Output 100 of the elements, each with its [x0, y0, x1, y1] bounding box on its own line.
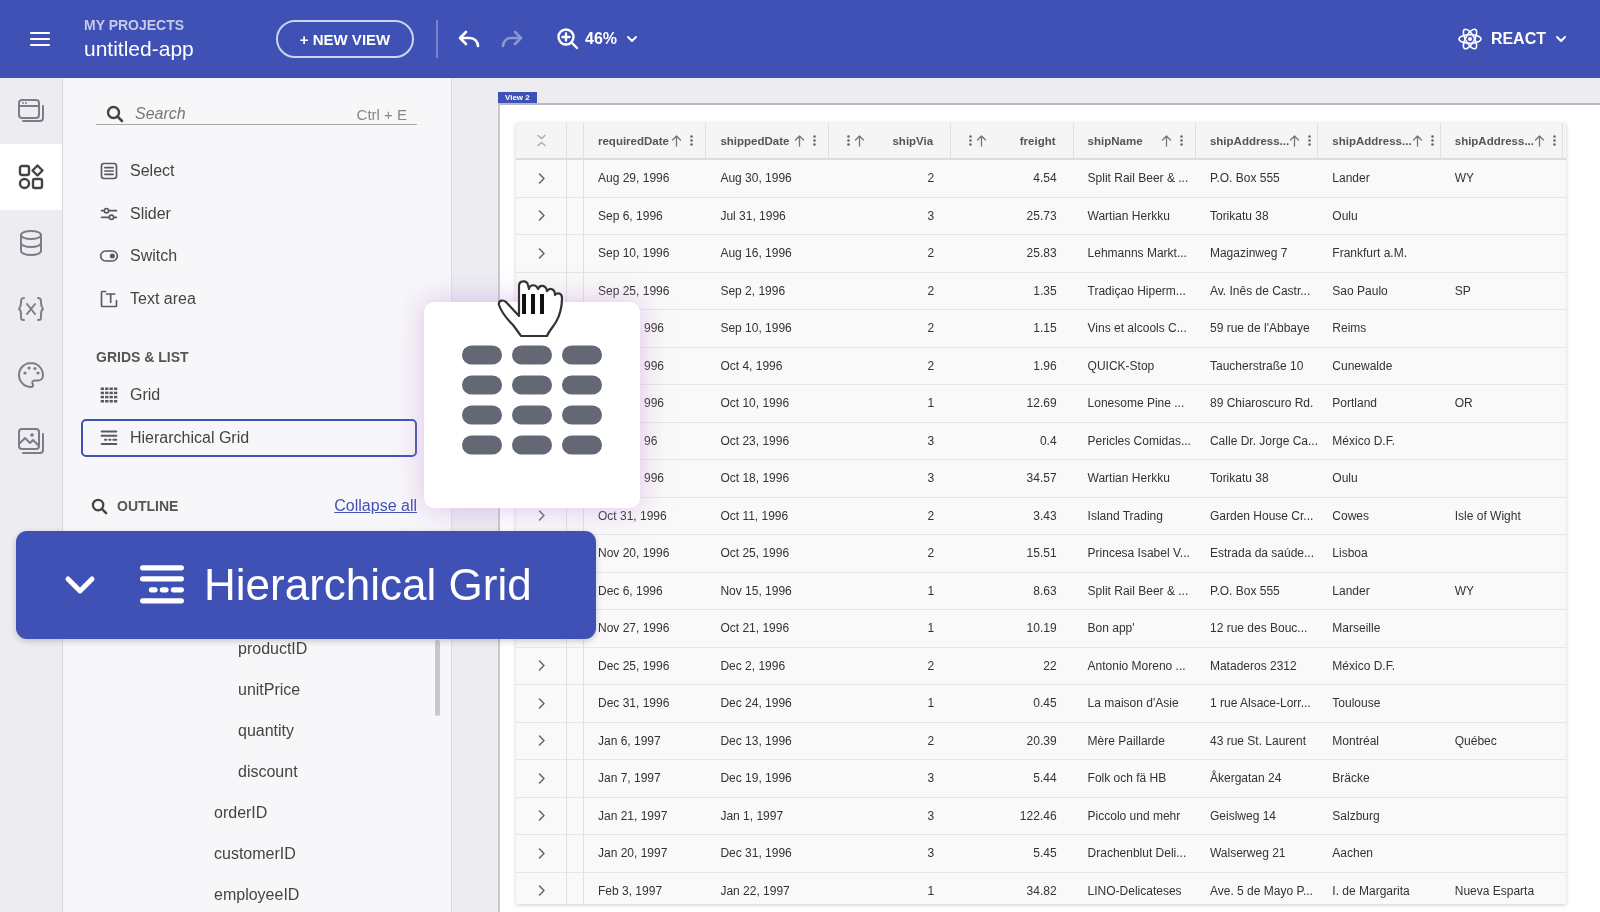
outline-item[interactable]: orderID — [214, 803, 268, 823]
table-cell-text: Lonesome Pine ... — [1086, 396, 1186, 411]
table-cell-text: Jul 31, 1996 — [719, 208, 787, 223]
table-cell-text: Sep 6, 1996 — [597, 208, 664, 223]
table-cell-text: Dec 19, 1996 — [719, 771, 793, 786]
project-name: untitled-app — [84, 37, 195, 61]
table-cell-text: SP — [1453, 283, 1472, 298]
table-cell-text: Sep 10, 1996 — [719, 321, 793, 336]
search-input[interactable]: Search — [133, 104, 357, 124]
column-header[interactable]: shippedDate — [706, 123, 829, 158]
table-cell-text: Salzburg — [1331, 808, 1381, 823]
table-cell-text: 3 — [926, 433, 936, 448]
table-cell-text: Island Trading — [1086, 508, 1164, 523]
table-cell-text: Calle Dr. Jorge Ca... — [1208, 433, 1319, 448]
table-cell-text: Magazinweg 7 — [1208, 246, 1289, 261]
zoom-level[interactable]: 46% — [585, 30, 618, 48]
component-item[interactable]: Switch — [81, 235, 417, 278]
table-cell-text: Oct 21, 1996 — [719, 621, 791, 636]
component-item[interactable]: Hierarchical Grid — [81, 418, 417, 457]
table-cell-text: Ave. 5 de Mayo P... — [1208, 883, 1314, 898]
component-item[interactable]: Slider — [81, 192, 417, 235]
table-cell-text: 1 — [926, 621, 936, 636]
table-cell-text: Lander — [1331, 583, 1371, 598]
sort-arrow-icon[interactable] — [671, 134, 683, 147]
table-cell-text: 3 — [926, 208, 936, 223]
new-view-button[interactable]: + NEW VIEW — [276, 20, 414, 58]
table-cell-text: Walserweg 21 — [1208, 846, 1287, 861]
components-icon — [16, 162, 46, 192]
table-cell-text: 2 — [926, 283, 936, 298]
table-cell-text: Vins et alcools C... — [1086, 321, 1188, 336]
table-cell-text: Nov 27, 1996 — [597, 621, 671, 636]
table-cell-text: Oulu — [1331, 208, 1359, 223]
sort-arrow-icon[interactable] — [1160, 134, 1172, 147]
sort-arrow-icon[interactable] — [976, 134, 988, 147]
table-cell-text: Split Rail Beer & ... — [1086, 583, 1190, 598]
column-header[interactable]: shipAddress... — [1195, 123, 1319, 158]
table-cell-text: Lander — [1331, 171, 1371, 186]
table-cell-text: México D.F. — [1331, 658, 1397, 673]
table-cell-text: 996 — [643, 471, 666, 486]
table-cell-text: Nueva Esparta — [1453, 883, 1536, 898]
framework-label[interactable]: REACT — [1490, 30, 1546, 48]
table-cell-text: 34.82 — [1025, 883, 1058, 898]
search-icon[interactable] — [91, 497, 108, 515]
table-cell-text: Frankfurt a.M. — [1331, 246, 1409, 261]
table-cell-text: 3 — [926, 771, 936, 786]
table-cell-text: Toulouse — [1331, 696, 1382, 711]
sort-arrow-icon[interactable] — [853, 134, 865, 147]
table-cell-text: 25.83 — [1025, 246, 1058, 261]
outline-item[interactable]: customerID — [214, 844, 296, 864]
outline-item[interactable]: unitPrice — [238, 680, 301, 700]
table-cell-text: Dec 2, 1996 — [719, 658, 787, 673]
column-header[interactable]: shipVia — [828, 123, 952, 158]
component-item[interactable]: Grid — [81, 374, 417, 417]
outline-item[interactable]: employeeID — [214, 885, 300, 905]
table-cell-text: Cunewalde — [1331, 358, 1394, 373]
zoom-icon[interactable] — [556, 27, 580, 51]
table-cell-text: Jan 22, 1997 — [719, 883, 791, 898]
sort-arrow-icon[interactable] — [1534, 134, 1545, 147]
table-cell-text: Aug 16, 1996 — [719, 246, 793, 261]
scrollbar[interactable] — [435, 640, 440, 716]
outline-item[interactable]: productID — [238, 639, 308, 659]
table-cell-text: Estrada da saúde... — [1208, 546, 1316, 561]
table-cell-text: 2 — [926, 546, 936, 561]
table-cell-text: 96 — [643, 433, 659, 448]
table-cell-text: WY — [1453, 583, 1476, 598]
table-cell-text: Bräcke — [1331, 771, 1371, 786]
atom-icon[interactable] — [1456, 26, 1483, 52]
table-cell-text: Dec 25, 1996 — [597, 658, 671, 673]
column-header[interactable]: shipAddress... — [1440, 123, 1564, 158]
table-cell-text: 0.45 — [1032, 696, 1058, 711]
table-cell-text: 8.63 — [1032, 583, 1058, 598]
outline-item[interactable]: discount — [238, 762, 298, 782]
collapse-all-link[interactable]: Collapse all — [334, 497, 417, 515]
table-cell-text: Marseille — [1331, 621, 1382, 636]
component-item[interactable]: Select — [81, 150, 417, 193]
table-cell-text: Mataderos 2312 — [1208, 658, 1298, 673]
column-header[interactable]: shipAddress... — [1318, 123, 1441, 158]
column-header[interactable]: requiredDate — [584, 123, 707, 158]
table-cell-text: 3 — [926, 471, 936, 486]
component-item[interactable]: Text area — [81, 277, 417, 320]
table-cell-text: Jan 7, 1997 — [597, 771, 662, 786]
table-cell-text: Lisboa — [1331, 546, 1369, 561]
sort-arrow-icon[interactable] — [1411, 134, 1423, 147]
sort-arrow-icon[interactable] — [793, 134, 805, 147]
column-header[interactable]: freight — [951, 123, 1074, 158]
table-cell-text: 10.19 — [1025, 621, 1058, 636]
table-cell-text: Oct 11, 1996 — [719, 508, 790, 523]
outline-item[interactable]: quantity — [238, 721, 295, 741]
sort-arrow-icon[interactable] — [1289, 134, 1301, 147]
table-cell-text: Montréal — [1331, 733, 1381, 748]
variable-icon — [16, 294, 46, 324]
table-cell-text: 2 — [926, 321, 936, 336]
table-cell-text: Wartian Herkku — [1086, 471, 1171, 486]
table-cell-text: 20.39 — [1025, 733, 1058, 748]
table-cell-text: Sep 25, 1996 — [597, 283, 671, 298]
collapse-icon[interactable] — [534, 134, 548, 147]
search-icon — [106, 105, 124, 123]
column-header[interactable]: shipName — [1073, 123, 1196, 158]
table-cell-text: Princesa Isabel V... — [1086, 546, 1191, 561]
table-cell-text: 996 — [643, 396, 666, 411]
